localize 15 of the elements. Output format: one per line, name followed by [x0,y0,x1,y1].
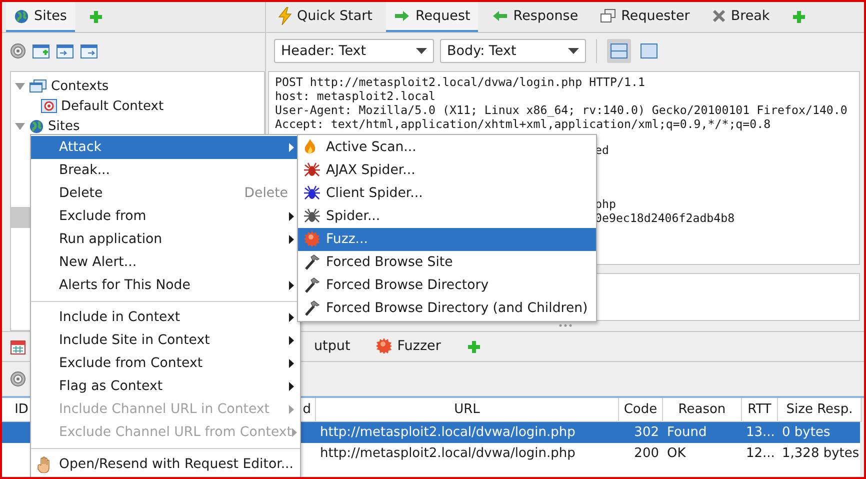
table-cell-text: 302 [633,424,660,442]
request-line: POST http://metasploit2.local/dvwa/login.php HTTP/1.1 [275,75,645,89]
request-line: User-Agent: Mozilla/5.0 (X11; Linux x86_64; rv:140.0) Gecko/20100101 Firefox/140.0 [275,103,848,117]
table-cell-text: 13... [745,424,776,442]
table-cell-text: http://metasploit2.local/dvwa/login.php [319,424,576,442]
request-line: Accept: text/html,application/xhtml+xml,application/xml;q=0.9,*/*;q=0.8 [275,117,771,131]
table-cell-text: 1,328 bytes [781,445,860,463]
request-line: host: metasploit2.local [275,89,436,103]
table-cell-text: http://metasploit2.local/dvwa/login.php [319,445,576,463]
table-cell-text: 12... [745,445,776,463]
table-cell-text: OK [666,445,687,463]
table-cell-text: 0 bytes [781,424,832,442]
table-cell-text: Found [666,424,708,442]
request-line: 0e9ec18d2406f2adb4b8 [595,211,735,225]
table-cell-text: 200 [633,445,660,463]
